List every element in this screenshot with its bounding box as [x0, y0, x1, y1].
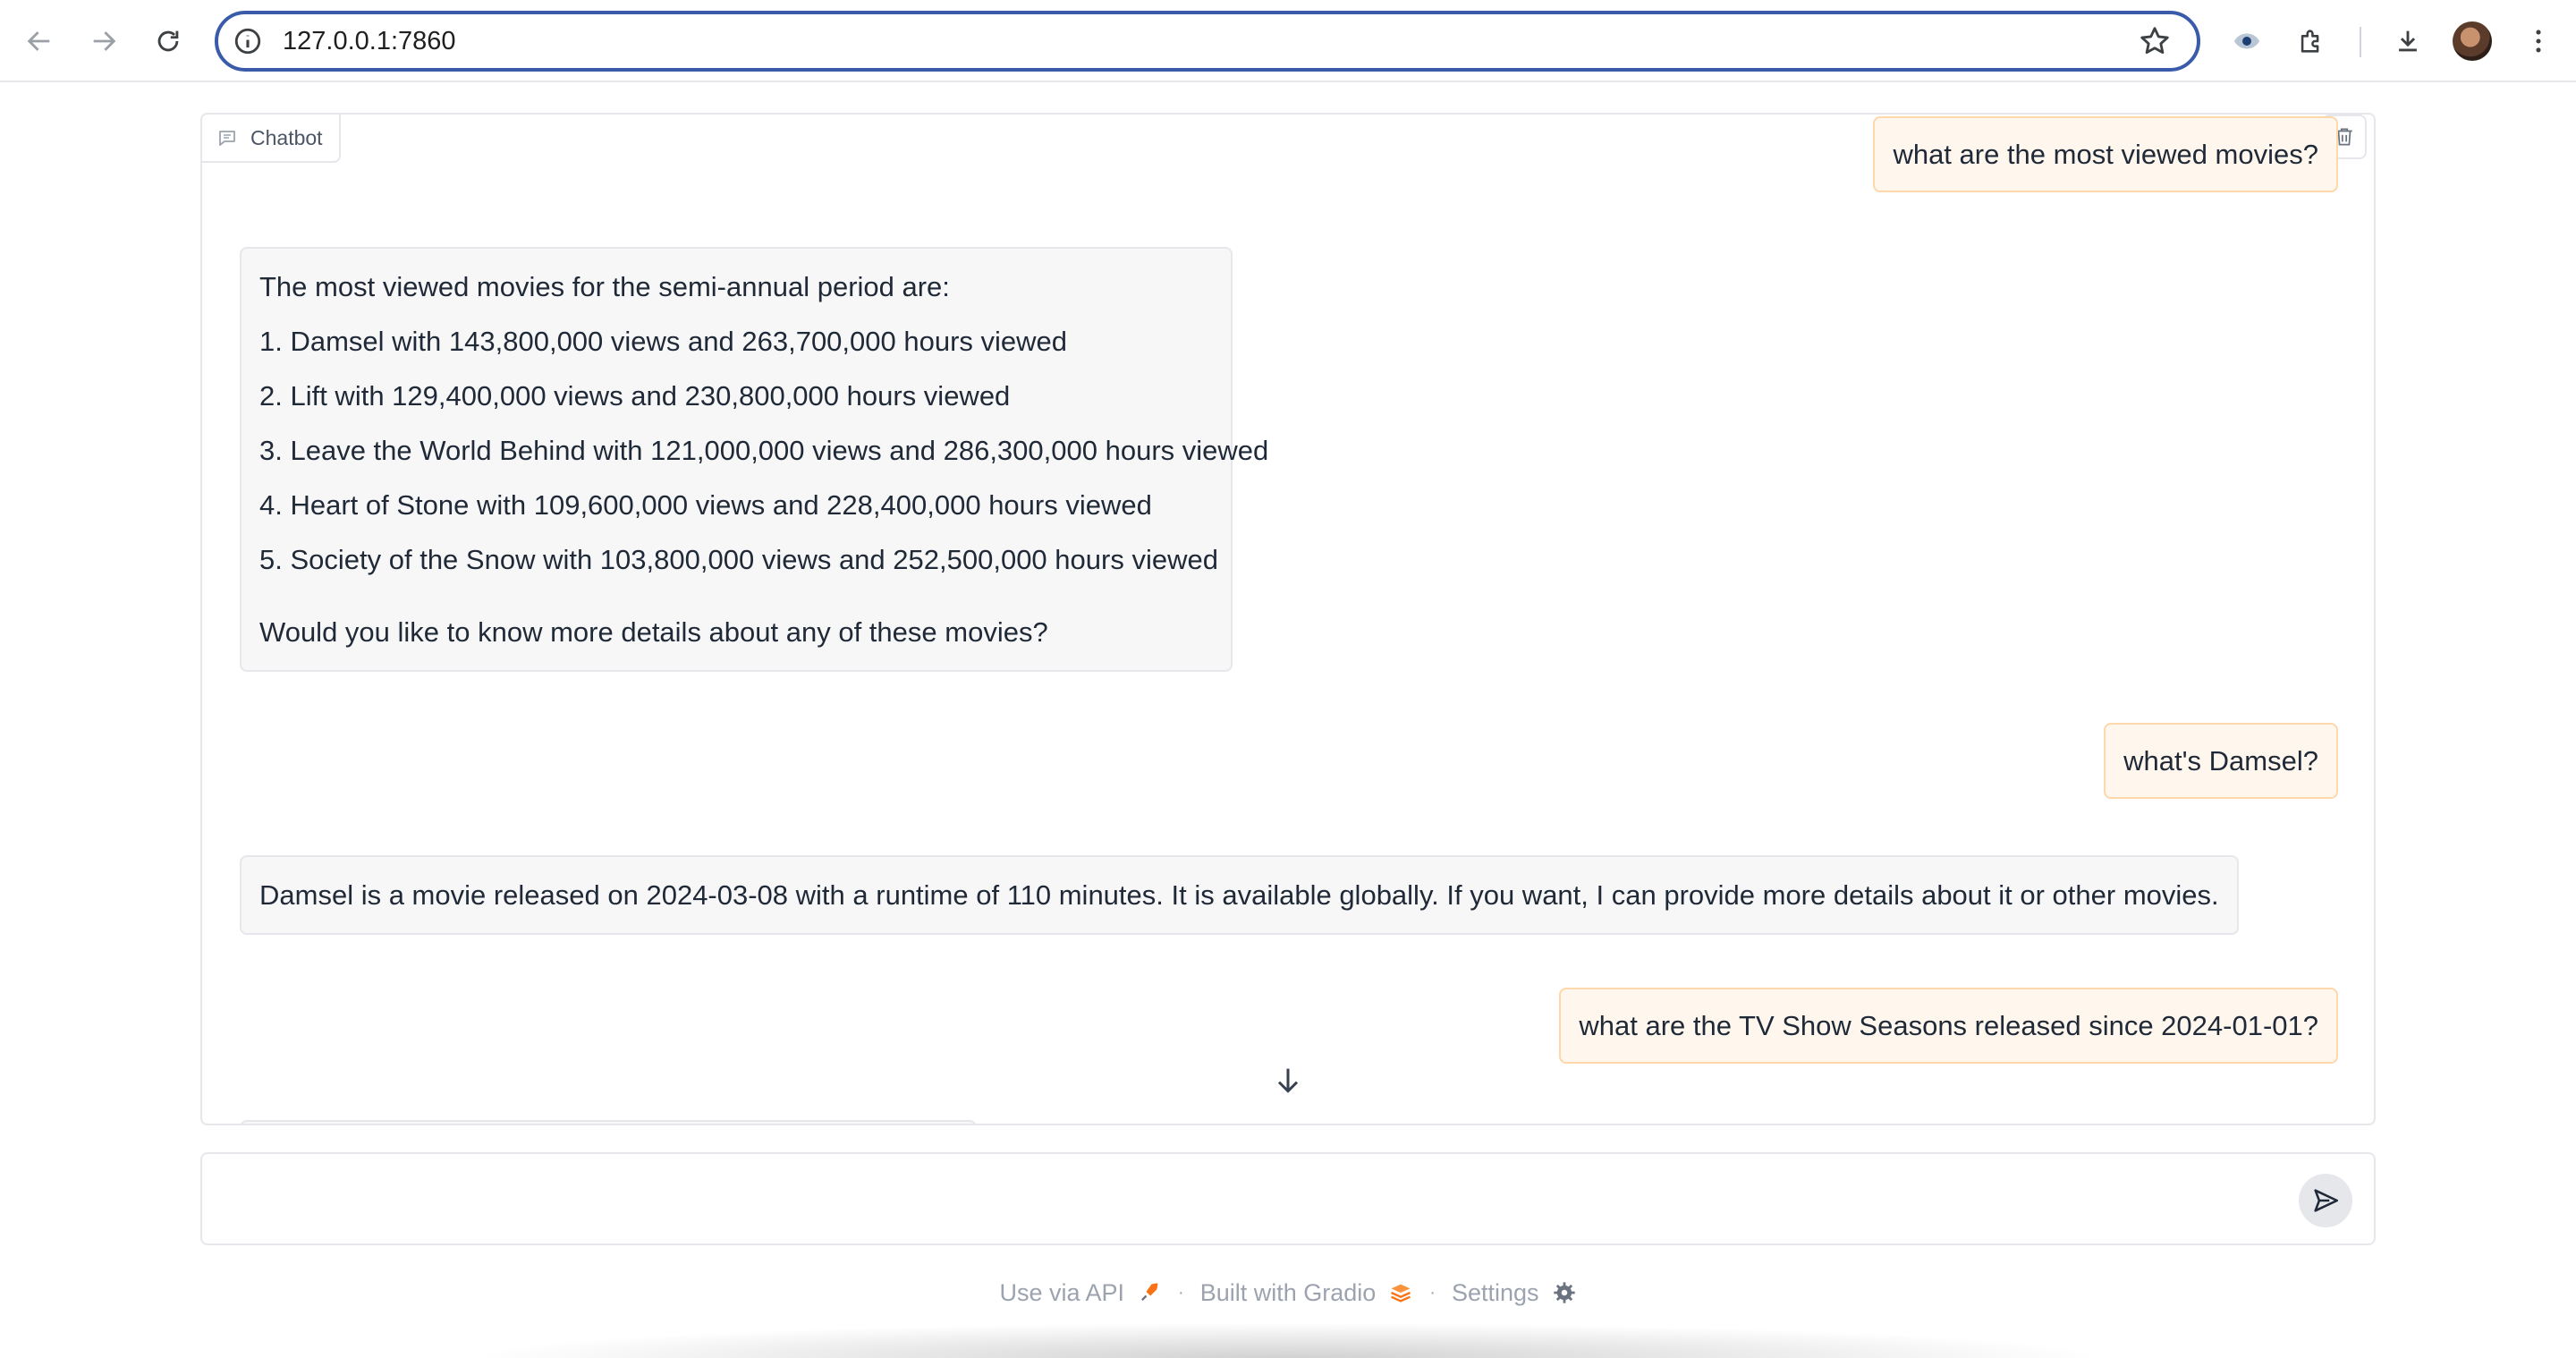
download-icon — [2399, 30, 2417, 52]
chatbot-label: Chatbot — [202, 115, 341, 163]
user-message: what are the most viewed movies? — [1873, 116, 2338, 192]
arrow-left-icon — [27, 31, 50, 51]
bot-message-line: 2. Lift with 129,400,000 views and 230,8… — [259, 380, 1011, 412]
forward-button[interactable] — [82, 20, 125, 63]
profile-avatar[interactable] — [2453, 21, 2492, 61]
bot-message-line: 4. Heart of Stone with 109,600,000 views… — [259, 489, 1152, 521]
user-message: what are the TV Show Seasons released si… — [1559, 988, 2338, 1064]
bot-message: Damsel is a movie released on 2024-03-08… — [240, 855, 2239, 935]
arrow-down-icon — [1277, 1068, 1299, 1093]
downloads-button[interactable] — [2386, 20, 2429, 63]
bot-message-line: The most viewed movies for the semi-annu… — [259, 271, 950, 302]
send-icon — [2314, 1189, 2339, 1212]
bot-message — [240, 1120, 977, 1124]
reload-button[interactable] — [147, 20, 190, 63]
browser-toolbar: 127.0.0.1:7860 — [0, 0, 2576, 82]
bot-message-line: 3. Leave the World Behind with 121,000,0… — [259, 435, 1269, 466]
bot-message: The most viewed movies for the semi-annu… — [240, 247, 1269, 672]
gear-icon — [1553, 1282, 1575, 1303]
extension-eye-button[interactable] — [2225, 20, 2268, 63]
message-input-box — [200, 1152, 2376, 1245]
settings-link[interactable]: Settings — [1452, 1279, 1577, 1307]
extensions-button[interactable] — [2290, 20, 2333, 63]
back-button[interactable] — [18, 20, 61, 63]
rocket-icon — [1141, 1283, 1158, 1301]
kebab-menu-icon — [2536, 30, 2541, 53]
eye-icon — [2233, 33, 2260, 49]
footer-separator: · — [1178, 1282, 1184, 1303]
browser-menu-button[interactable] — [2517, 20, 2560, 63]
chatbot-panel: Chatbot what are the most viewed movies?… — [200, 113, 2376, 1125]
user-message: what's Damsel? — [2104, 723, 2338, 799]
scroll-to-bottom-button[interactable] — [1263, 1056, 1313, 1106]
message-input[interactable] — [220, 1172, 2259, 1226]
bottom-shadow — [465, 1322, 2111, 1358]
reload-icon — [157, 30, 179, 52]
puzzle-icon — [2301, 30, 2319, 53]
arrow-right-icon — [93, 31, 116, 51]
url-text[interactable]: 127.0.0.1:7860 — [283, 27, 2138, 56]
gradio-logo-icon — [1391, 1284, 1411, 1303]
bot-message-line: 1. Damsel with 143,800,000 views and 263… — [259, 326, 1068, 357]
footer: Use via API · Built with Gradio · Settin… — [0, 1272, 2576, 1313]
use-via-api-link[interactable]: Use via API — [999, 1279, 1162, 1307]
send-button[interactable] — [2299, 1174, 2352, 1227]
footer-separator: · — [1429, 1282, 1436, 1303]
built-with-gradio-link[interactable]: Built with Gradio — [1200, 1279, 1414, 1307]
chat-bubble-icon — [219, 131, 235, 146]
bot-message-line: Damsel is a movie released on 2024-03-08… — [259, 879, 2219, 911]
toolbar-divider — [2360, 27, 2361, 57]
bot-message-line: 5. Society of the Snow with 103,800,000 … — [259, 544, 1218, 575]
address-bar[interactable]: 127.0.0.1:7860 — [215, 11, 2200, 72]
star-icon[interactable] — [2138, 24, 2172, 58]
bot-message-line: Would you like to know more details abou… — [259, 616, 1048, 648]
chatbot-label-text: Chatbot — [250, 125, 323, 149]
info-icon[interactable] — [233, 26, 263, 56]
